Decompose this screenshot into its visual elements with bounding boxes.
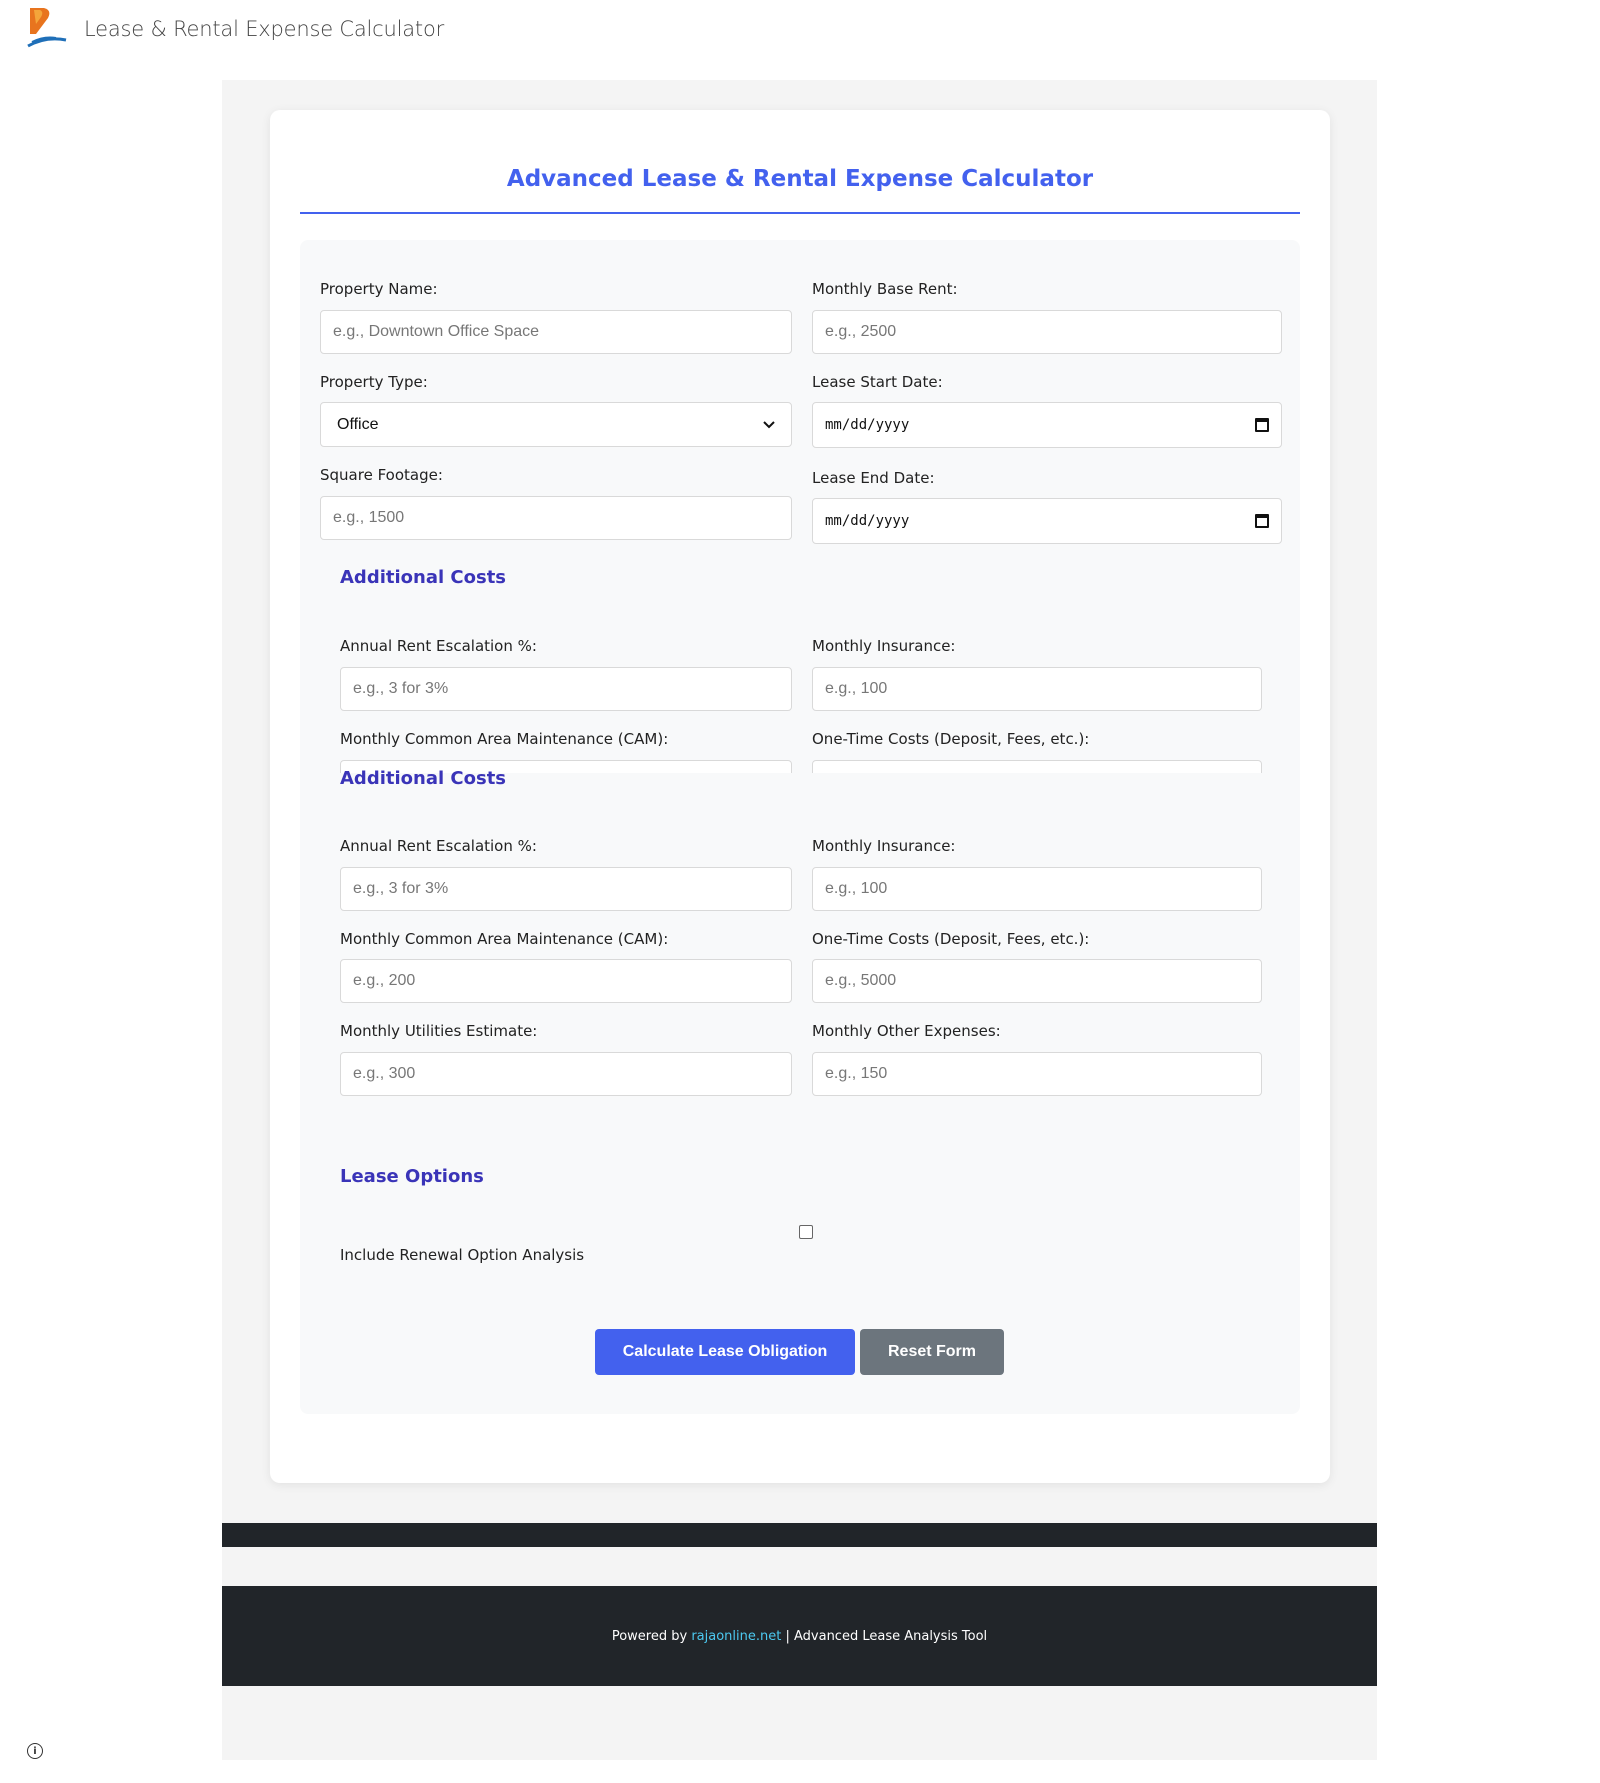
lease-options-heading: Lease Options (340, 1166, 484, 1187)
other-expenses-label: Monthly Other Expenses: (812, 1022, 1001, 1040)
cam-label: Monthly Common Area Maintenance (CAM): (340, 730, 669, 748)
rent-escalation-label: Annual Rent Escalation %: (340, 637, 537, 655)
cam-label: Monthly Common Area Maintenance (CAM): (340, 930, 669, 948)
one-time-costs-label: One-Time Costs (Deposit, Fees, etc.): (812, 730, 1090, 748)
monthly-insurance-label: Monthly Insurance: (812, 837, 956, 855)
reset-button[interactable]: Reset Form (860, 1329, 1004, 1375)
additional-costs-heading: Additional Costs (340, 768, 507, 789)
renewal-option-checkbox[interactable] (799, 1225, 813, 1239)
rent-escalation-input[interactable] (340, 667, 792, 711)
rent-escalation-input[interactable] (340, 867, 792, 911)
one-time-costs-input[interactable] (812, 760, 1262, 773)
additional-costs-heading: Additional Costs (340, 567, 507, 588)
form-panel: Property Name: Monthly Base Rent: Proper… (300, 240, 1300, 1414)
info-icon[interactable]: i (27, 1743, 43, 1759)
cam-input[interactable] (340, 959, 792, 1003)
dark-divider-strip (222, 1523, 1377, 1547)
monthly-insurance-input[interactable] (812, 867, 1262, 911)
renewal-option-label: Include Renewal Option Analysis (340, 1246, 585, 1264)
footer: Powered by rajaonline.net | Advanced Lea… (222, 1586, 1377, 1686)
one-time-costs-label: One-Time Costs (Deposit, Fees, etc.): (812, 930, 1090, 948)
site-logo-icon[interactable] (26, 6, 70, 48)
additional-costs-clipped-section: Additional Costs Annual Rent Escalation … (300, 240, 1300, 773)
calculator-title: Advanced Lease & Rental Expense Calculat… (506, 166, 1094, 192)
monthly-insurance-label: Monthly Insurance: (812, 637, 956, 655)
calculator-card: Advanced Lease & Rental Expense Calculat… (270, 110, 1330, 1483)
monthly-insurance-input[interactable] (812, 667, 1262, 711)
footer-suffix: | Advanced Lease Analysis Tool (785, 1628, 988, 1644)
title-divider (300, 212, 1300, 214)
utilities-label: Monthly Utilities Estimate: (340, 1022, 538, 1040)
calculate-button[interactable]: Calculate Lease Obligation (595, 1329, 855, 1375)
other-expenses-input[interactable] (812, 1052, 1262, 1096)
one-time-costs-input[interactable] (812, 959, 1262, 1003)
site-title[interactable]: Lease & Rental Expense Calculator (84, 17, 444, 41)
footer-link[interactable]: rajaonline.net (691, 1629, 781, 1644)
rent-escalation-label: Annual Rent Escalation %: (340, 837, 537, 855)
utilities-input[interactable] (340, 1052, 792, 1096)
footer-prefix: Powered by (611, 1628, 688, 1644)
top-bar: Lease & Rental Expense Calculator (0, 0, 1600, 60)
